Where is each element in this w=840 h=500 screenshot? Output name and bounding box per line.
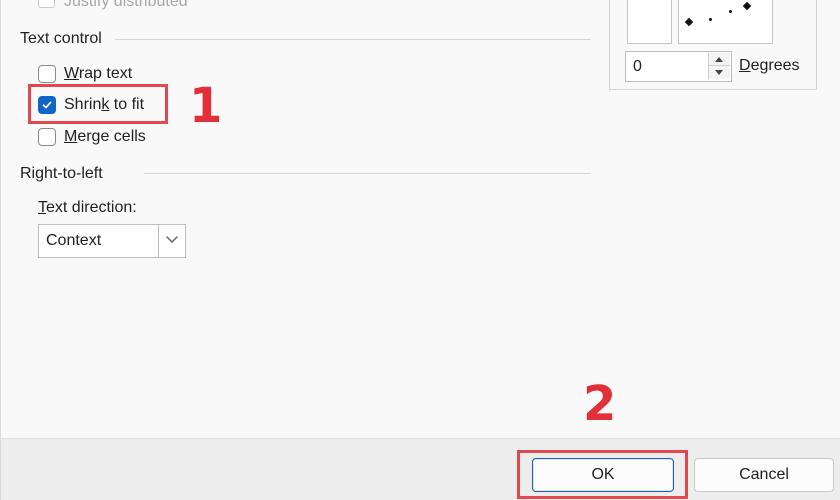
- shrink-to-fit-highlight: [28, 84, 168, 124]
- rotation-dot: [729, 10, 732, 13]
- triangle-up-icon: [715, 57, 723, 62]
- text-control-divider: [115, 39, 591, 40]
- degrees-spinner[interactable]: [708, 53, 730, 80]
- merge-cells-checkbox[interactable]: [38, 128, 56, 146]
- select-divider: [158, 225, 159, 257]
- justify-distributed-checkbox[interactable]: [38, 0, 55, 8]
- rotation-dot: [709, 18, 712, 21]
- text-direction-select[interactable]: Context: [38, 224, 186, 258]
- text-direction-label: Text direction:: [38, 199, 137, 216]
- text-control-heading: Text control: [20, 30, 102, 47]
- wrap-text-label: Wrap text: [64, 65, 133, 82]
- triangle-down-icon: [715, 70, 723, 75]
- merge-cells-label: Merge cells: [64, 128, 146, 145]
- step-1-label: 1: [189, 78, 223, 134]
- step-2-label: 2: [583, 376, 617, 432]
- rotation-preview[interactable]: [678, 0, 773, 44]
- rotation-start-marker: [684, 17, 694, 27]
- right-to-left-heading: Right-to-left: [20, 165, 103, 182]
- increase-degrees-button[interactable]: [709, 53, 730, 66]
- decrease-degrees-button[interactable]: [709, 66, 730, 79]
- rotation-end-marker: [742, 1, 752, 11]
- justify-distributed-label: Justify distributed: [64, 0, 188, 10]
- degrees-label: Degrees: [739, 57, 800, 74]
- chevron-down-icon[interactable]: [165, 235, 179, 245]
- dialog-main-area: Justify distributed Text control Wrap te…: [1, 0, 840, 438]
- text-direction-value: Context: [46, 232, 102, 249]
- merge-cells-option[interactable]: Merge cells: [38, 124, 146, 150]
- format-cells-dialog-frame: Justify distributed Text control Wrap te…: [0, 0, 840, 500]
- cancel-button[interactable]: Cancel: [694, 458, 834, 492]
- degrees-value: 0: [633, 58, 642, 75]
- right-to-left-divider: [144, 173, 591, 174]
- vertical-text-preview[interactable]: [627, 0, 672, 44]
- wrap-text-checkbox[interactable]: [38, 65, 56, 83]
- degrees-input[interactable]: 0: [625, 51, 732, 82]
- ok-button[interactable]: OK: [532, 458, 674, 492]
